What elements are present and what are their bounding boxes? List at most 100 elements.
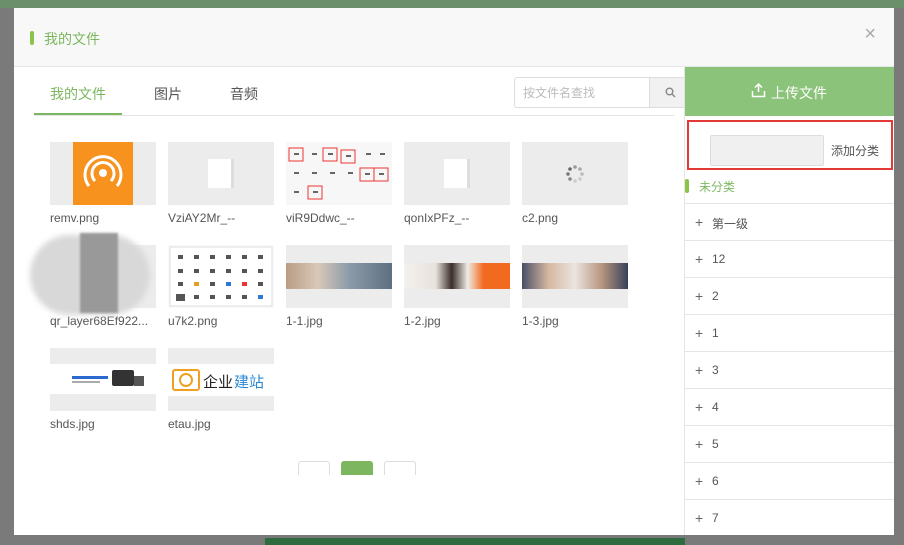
file-name: 1-3.jpg [522,314,559,328]
category-label: 4 [712,400,719,414]
category-item[interactable]: + 第一级 [685,204,894,241]
globe-logo-icon [172,369,200,391]
expand-plus-icon[interactable]: + [695,399,703,415]
file-thumbnail [50,142,156,205]
category-label: 3 [712,363,719,377]
document-icon [208,159,234,188]
file-name: qr_layer68Ef922... [50,314,149,328]
tab-audio[interactable]: 音频 [230,84,258,104]
file-thumbnail [286,245,392,308]
blurred-qr-center [80,233,118,313]
background-top-strip [0,0,904,8]
file-thumbnail [168,245,274,308]
file-manager-modal: 我的文件 × 我的文件 图片 音频 按文件名查找 remv.png VziAY2… [14,8,894,535]
file-name: viR9Ddwc_-- [286,211,355,225]
category-item[interactable]: +4 [685,389,894,426]
icon-sheet-image [169,246,273,307]
category-item[interactable]: +3 [685,352,894,389]
file-item[interactable]: qonIxPFz_-- [404,142,510,225]
category-label: 未分类 [699,180,736,194]
logo-text-build: 建站 [234,373,265,391]
file-item[interactable]: u7k2.png [168,245,274,328]
file-browser-pane: 我的文件 图片 音频 按文件名查找 remv.png VziAY2Mr_-- v… [14,67,692,535]
file-item[interactable]: 企业 建站 etau.jpg [168,348,274,431]
upload-file-button[interactable]: 上传文件 [685,67,894,116]
file-item[interactable]: qr_layer68Ef922... [30,233,156,328]
page-button-current[interactable]: 1 [341,461,373,475]
expand-plus-icon[interactable]: + [695,362,703,378]
logo-text-enterprise: 企业 [203,373,234,391]
next-page-button[interactable] [384,461,416,475]
upload-file-label: 上传文件 [771,85,827,101]
category-label: 12 [712,252,726,266]
office-woman-photo [404,263,510,289]
file-item[interactable]: 1-1.jpg [286,245,392,328]
file-name: etau.jpg [168,417,211,431]
file-thumbnail [404,245,510,308]
file-name: shds.jpg [50,417,95,431]
close-button[interactable]: × [864,24,876,44]
file-name: 1-2.jpg [404,314,441,328]
modal-title: 我的文件 [44,31,100,47]
file-name: u7k2.png [168,314,218,328]
file-name: remv.png [50,211,100,225]
file-thumbnail [404,142,510,205]
file-name: 1-1.jpg [286,314,323,328]
file-thumbnail [522,142,628,205]
title-accent-mark [30,31,34,45]
expand-plus-icon[interactable]: + [695,288,703,304]
file-item[interactable]: 1-2.jpg [404,245,510,328]
file-item[interactable]: viR9Ddwc_-- [286,142,392,225]
modal-header: 我的文件 × [14,8,894,67]
category-item[interactable]: +2 [685,278,894,315]
file-thumbnail [168,142,274,205]
category-item[interactable]: +6 [685,463,894,500]
expand-plus-icon[interactable]: + [695,510,703,526]
category-label: 7 [712,511,719,525]
active-category-mark [685,179,689,193]
building-photo [286,263,392,289]
broadcast-icon [73,142,133,205]
search-box [514,77,692,108]
category-item[interactable]: +1 [685,315,894,352]
category-item[interactable]: +12 [685,241,894,278]
expand-plus-icon[interactable]: + [695,473,703,489]
tab-images[interactable]: 图片 [154,84,182,104]
expand-plus-icon[interactable]: + [695,436,703,452]
category-item[interactable]: +7 [685,500,894,535]
category-name-input[interactable] [710,135,824,166]
file-item[interactable]: VziAY2Mr_-- [168,142,274,225]
handshake-photo [522,263,628,289]
prev-page-button[interactable] [298,461,330,475]
tools-grid-image [286,142,392,205]
expand-plus-icon[interactable]: + [695,214,703,230]
file-item[interactable]: c2.png [522,142,628,225]
file-item[interactable]: remv.png [50,142,156,225]
add-category-button[interactable]: 添加分类 [831,142,879,159]
document-icon [444,159,470,188]
file-thumbnail [286,142,392,205]
enterprise-site-logo: 企业 建站 [168,364,274,396]
upload-icon [751,83,766,98]
search-input[interactable] [515,78,650,107]
category-list: 未分类 + 第一级 +12 +2 +1 +3 +4 +5 +6 +7 [685,174,894,535]
category-label: 1 [712,326,719,340]
category-label: 6 [712,474,719,488]
category-label: 5 [712,437,719,451]
category-label: 第一级 [712,217,749,231]
expand-plus-icon[interactable]: + [695,251,703,267]
expand-plus-icon[interactable]: + [695,325,703,341]
category-sidebar: 上传文件 添加分类 未分类 + 第一级 +12 +2 +1 +3 +4 +5 +6… [684,67,894,535]
tab-my-files[interactable]: 我的文件 [50,84,106,104]
search-icon [665,87,676,98]
active-tab-underline [34,113,122,115]
file-thumbnail [50,348,156,411]
category-uncategorized[interactable]: 未分类 [685,174,894,204]
category-item[interactable]: +5 [685,426,894,463]
file-item[interactable]: 1-3.jpg [522,245,628,328]
loading-spinner-icon [566,165,584,183]
file-item[interactable]: shds.jpg [50,348,156,431]
file-thumbnail: 企业 建站 [168,348,274,411]
file-name: VziAY2Mr_-- [168,211,236,225]
file-thumbnail [30,233,156,315]
